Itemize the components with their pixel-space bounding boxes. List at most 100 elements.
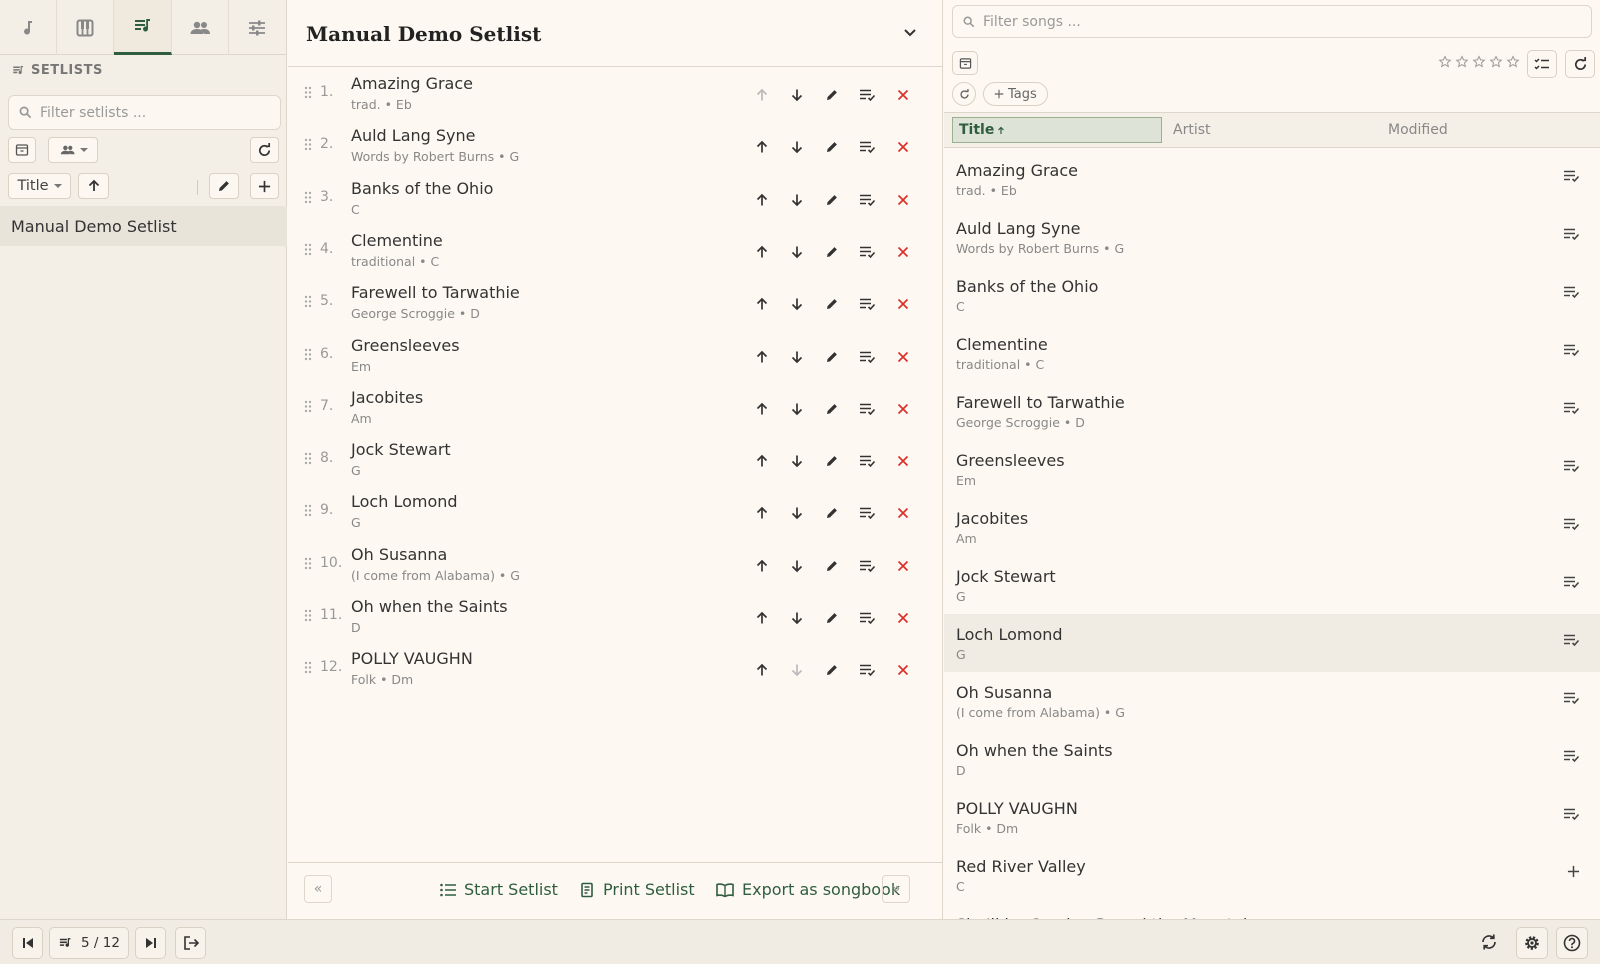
setlist-toggle-button[interactable] xyxy=(856,293,878,315)
move-down-button[interactable] xyxy=(786,241,808,263)
setlist-song-row[interactable]: 2. Auld Lang Syne Words by Robert Burns • … xyxy=(288,118,943,171)
remove-song-button[interactable] xyxy=(892,346,914,368)
drag-handle-icon[interactable] xyxy=(304,661,312,674)
sync-button[interactable] xyxy=(1480,933,1498,951)
edit-song-button[interactable] xyxy=(821,450,843,472)
multi-select-button[interactable] xyxy=(1527,50,1557,78)
drag-handle-icon[interactable] xyxy=(304,452,312,465)
previous-song-button[interactable] xyxy=(12,927,43,959)
column-modified[interactable]: Modified xyxy=(1388,122,1448,138)
remove-song-button[interactable] xyxy=(892,84,914,106)
move-up-button[interactable] xyxy=(751,502,773,524)
remove-song-button[interactable] xyxy=(892,293,914,315)
remove-song-button[interactable] xyxy=(892,241,914,263)
move-up-button[interactable] xyxy=(751,189,773,211)
tab-instrument[interactable] xyxy=(57,0,115,55)
drag-handle-icon[interactable] xyxy=(304,504,312,517)
edit-song-button[interactable] xyxy=(821,346,843,368)
edit-song-button[interactable] xyxy=(821,607,843,629)
in-setlist-button[interactable] xyxy=(1563,285,1580,299)
setlist-song-row[interactable]: 6. Greensleeves Em xyxy=(288,328,943,381)
setlist-song-row[interactable]: 5. Farewell to Tarwathie George Scroggie •… xyxy=(288,275,943,328)
song-list-item[interactable]: Jacobites Am xyxy=(944,498,1600,556)
refresh-songs-button[interactable] xyxy=(1565,50,1595,78)
collapse-right-button[interactable]: » xyxy=(882,875,910,903)
column-title[interactable]: Title xyxy=(952,117,1162,143)
in-setlist-button[interactable] xyxy=(1563,343,1580,357)
move-up-button[interactable] xyxy=(751,450,773,472)
move-down-button[interactable] xyxy=(786,189,808,211)
drag-handle-icon[interactable] xyxy=(304,243,312,256)
setlist-toggle-button[interactable] xyxy=(856,136,878,158)
move-up-button[interactable] xyxy=(751,659,773,681)
move-up-button[interactable] xyxy=(751,346,773,368)
move-up-button[interactable] xyxy=(751,293,773,315)
drag-handle-icon[interactable] xyxy=(304,348,312,361)
collapse-button[interactable] xyxy=(902,24,918,40)
remove-song-button[interactable] xyxy=(892,555,914,577)
archive-button[interactable] xyxy=(952,51,978,75)
move-up-button[interactable] xyxy=(751,607,773,629)
edit-song-button[interactable] xyxy=(821,189,843,211)
remove-song-button[interactable] xyxy=(892,450,914,472)
settings-button[interactable] xyxy=(1516,927,1548,959)
add-tags-button[interactable]: Tags xyxy=(983,82,1048,106)
song-list-item[interactable]: Auld Lang Syne Words by Robert Burns • G xyxy=(944,208,1600,266)
reset-filter-button[interactable] xyxy=(952,82,976,106)
move-down-button[interactable] xyxy=(786,136,808,158)
tab-settings[interactable] xyxy=(229,0,286,55)
drag-handle-icon[interactable] xyxy=(304,138,312,151)
exit-setlist-button[interactable] xyxy=(175,927,206,959)
song-list-item[interactable]: Banks of the Ohio C xyxy=(944,266,1600,324)
setlist-toggle-button[interactable] xyxy=(856,450,878,472)
in-setlist-button[interactable] xyxy=(1563,575,1580,589)
next-song-button[interactable] xyxy=(135,927,166,959)
song-list-item[interactable]: Amazing Grace trad. • Eb xyxy=(944,150,1600,208)
star-icon[interactable] xyxy=(1506,55,1520,69)
setlist-toggle-button[interactable] xyxy=(856,555,878,577)
column-artist[interactable]: Artist xyxy=(1173,122,1211,138)
star-icon[interactable] xyxy=(1489,55,1503,69)
song-list-item[interactable]: Oh when the Saints D xyxy=(944,730,1600,788)
tab-people[interactable] xyxy=(172,0,229,55)
setlist-song-row[interactable]: 10. Oh Susanna (I come from Alabama) • G xyxy=(288,537,943,590)
in-setlist-button[interactable] xyxy=(1563,459,1580,473)
star-icon[interactable] xyxy=(1455,55,1469,69)
add-setlist-button[interactable] xyxy=(250,173,279,199)
collapse-left-button[interactable]: « xyxy=(304,875,332,903)
song-list-item[interactable]: Greensleeves Em xyxy=(944,440,1600,498)
start-setlist-button[interactable]: Start Setlist xyxy=(440,880,558,899)
star-icon[interactable] xyxy=(1472,55,1486,69)
print-setlist-button[interactable]: Print Setlist xyxy=(579,880,695,899)
setlist-filter-input[interactable]: Filter setlists ... xyxy=(8,95,281,130)
drag-handle-icon[interactable] xyxy=(304,191,312,204)
remove-song-button[interactable] xyxy=(892,659,914,681)
setlist-song-row[interactable]: 9. Loch Lomond G xyxy=(288,484,943,537)
drag-handle-icon[interactable] xyxy=(304,557,312,570)
edit-song-button[interactable] xyxy=(821,136,843,158)
sort-direction-button[interactable] xyxy=(78,173,109,199)
setlist-item[interactable]: Manual Demo Setlist xyxy=(0,206,287,246)
song-list-item[interactable]: Clementine traditional • C xyxy=(944,324,1600,382)
setlist-toggle-button[interactable] xyxy=(856,502,878,524)
setlist-toggle-button[interactable] xyxy=(856,398,878,420)
drag-handle-icon[interactable] xyxy=(304,400,312,413)
in-setlist-button[interactable] xyxy=(1563,227,1580,241)
group-filter-dropdown[interactable] xyxy=(48,137,98,163)
setlist-song-row[interactable]: 1. Amazing Grace trad. • Eb xyxy=(288,66,943,119)
setlist-song-row[interactable]: 3. Banks of the Ohio C xyxy=(288,171,943,224)
edit-setlist-button[interactable] xyxy=(209,173,239,199)
move-down-button[interactable] xyxy=(786,607,808,629)
add-to-setlist-button[interactable] xyxy=(1567,865,1580,878)
song-list-item[interactable]: Jock Stewart G xyxy=(944,556,1600,614)
setlist-song-row[interactable]: 4. Clementine traditional • C xyxy=(288,223,943,276)
song-list-item[interactable]: Red River Valley C xyxy=(944,846,1600,904)
drag-handle-icon[interactable] xyxy=(304,295,312,308)
setlist-toggle-button[interactable] xyxy=(856,189,878,211)
move-up-button[interactable] xyxy=(751,398,773,420)
edit-song-button[interactable] xyxy=(821,84,843,106)
drag-handle-icon[interactable] xyxy=(304,609,312,622)
song-list-item[interactable]: Oh Susanna (I come from Alabama) • G xyxy=(944,672,1600,730)
edit-song-button[interactable] xyxy=(821,502,843,524)
remove-song-button[interactable] xyxy=(892,502,914,524)
